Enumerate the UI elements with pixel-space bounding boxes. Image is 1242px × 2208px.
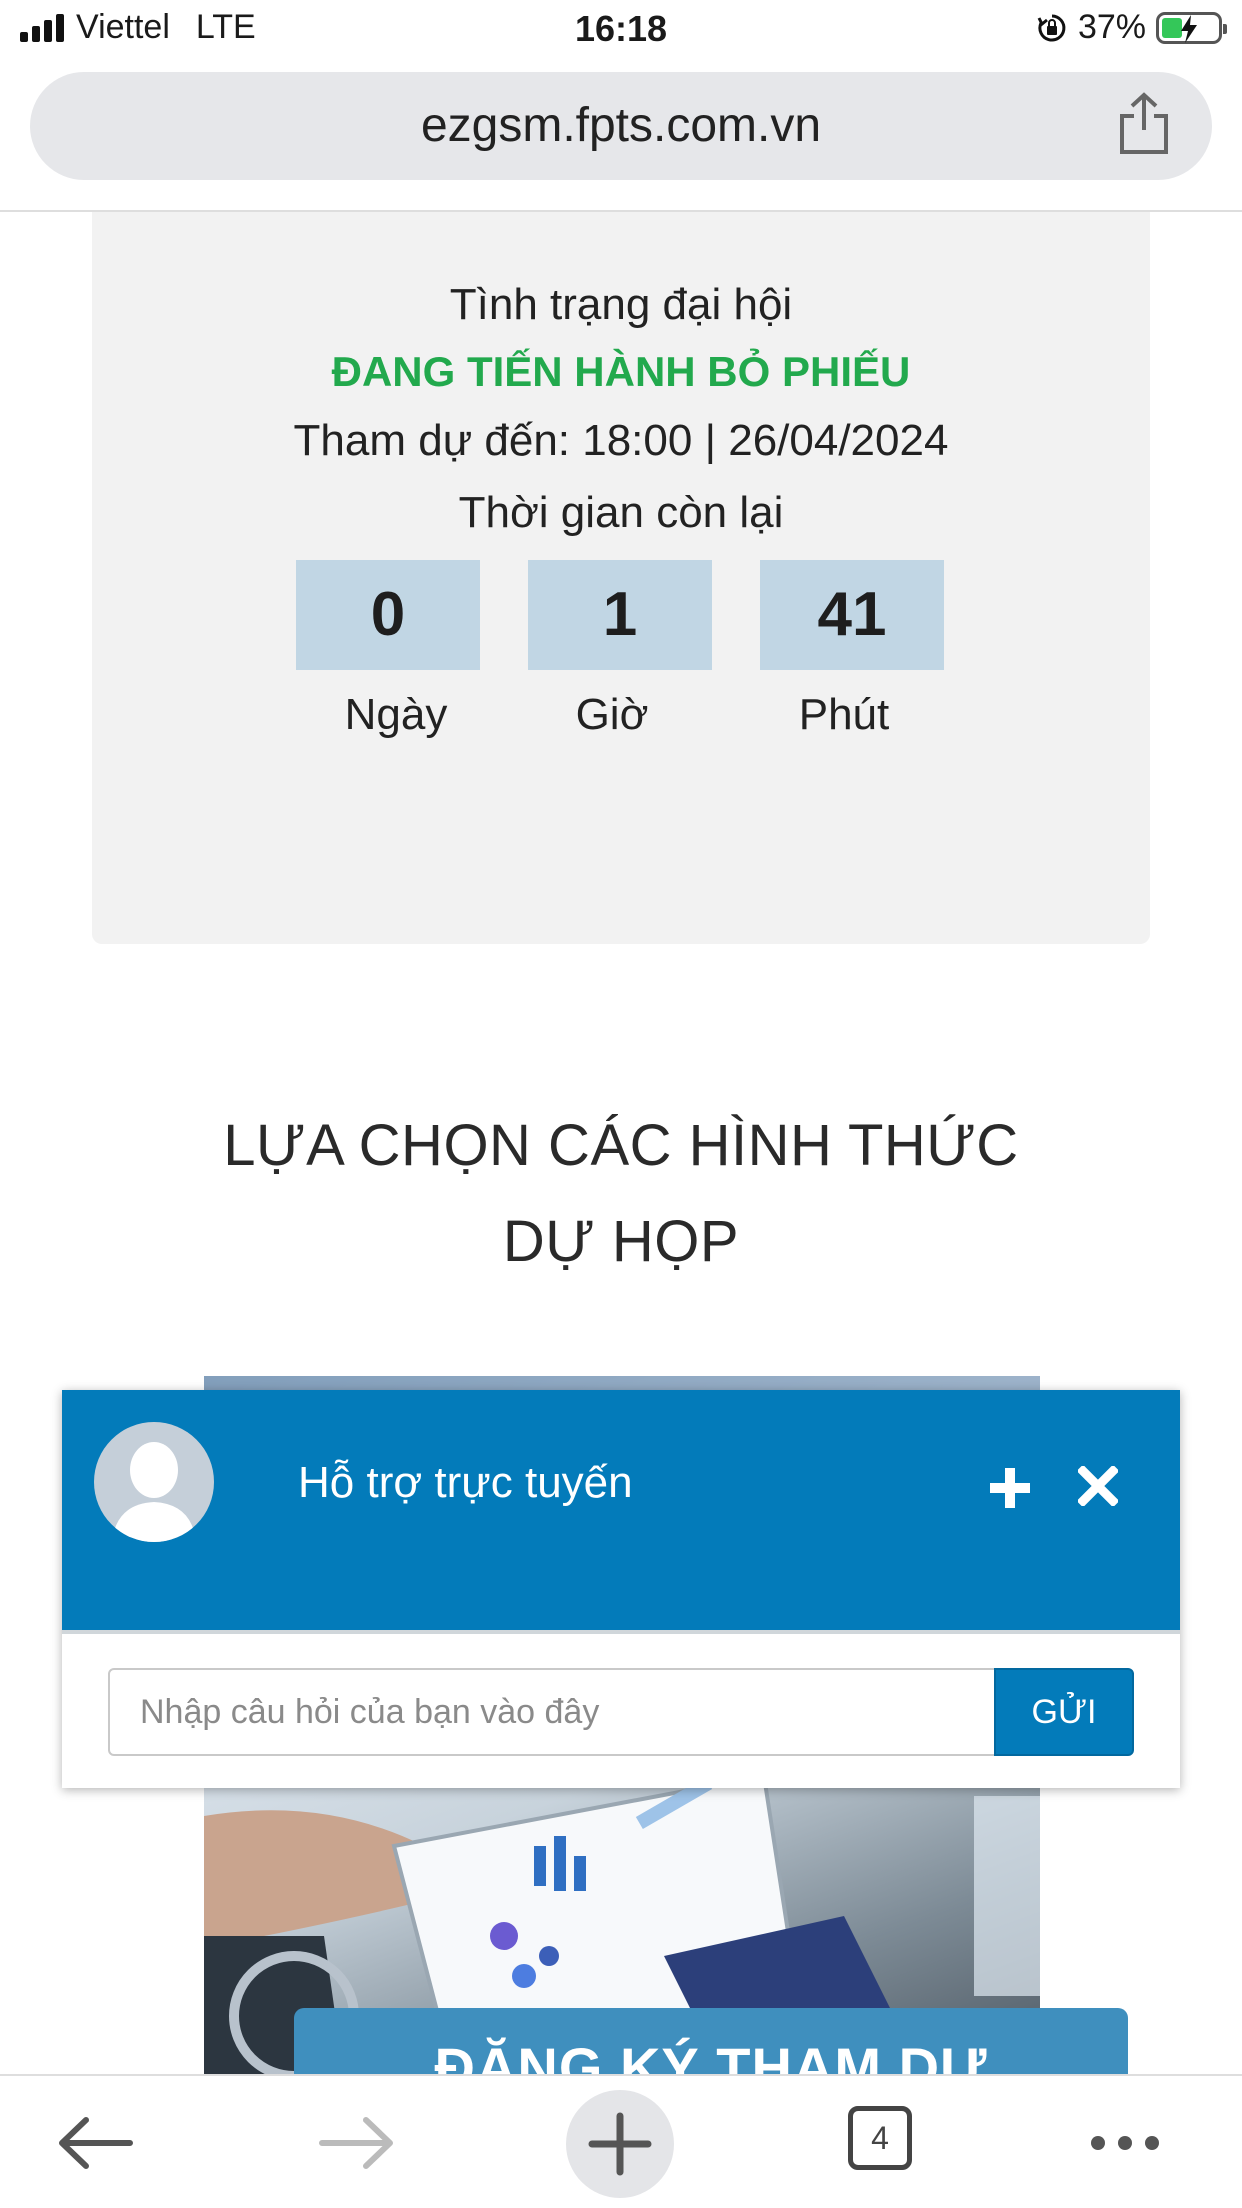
close-icon[interactable] (1078, 1466, 1118, 1506)
countdown-minutes-label: Phút (798, 690, 890, 739)
user-silhouette-icon (112, 1442, 196, 1542)
send-button[interactable]: GỬI (994, 1668, 1134, 1756)
browser-toolbar: 4 (0, 2074, 1242, 2208)
section-title-line2: DỰ HỌP (502, 1209, 740, 1274)
more-icon[interactable] (1080, 2098, 1170, 2188)
status-title: Tình trạng đại hội (449, 280, 793, 329)
section-title-line1: LỰA CHỌN CÁC HÌNH THỨC (223, 1113, 1019, 1178)
tabs-icon[interactable]: 4 (848, 2106, 912, 2170)
rotation-lock-icon (1037, 14, 1066, 41)
new-tab-button[interactable] (566, 2090, 674, 2198)
section-title: LỰA CHỌN CÁC HÌNH THỨC DỰ HỌP (120, 1098, 1122, 1290)
question-input[interactable] (108, 1668, 996, 1756)
share-icon[interactable] (1116, 92, 1172, 156)
status-state: ĐANG TIẾN HÀNH BỎ PHIẾU (331, 348, 911, 395)
new-tab-icon (588, 2112, 652, 2176)
status-bar: Viettel LTE 16:18 37% (0, 0, 1242, 64)
status-right: 37% (1036, 8, 1227, 47)
countdown-days-label: Ngày (344, 690, 448, 739)
avatar (94, 1422, 214, 1542)
countdown-hours-value: 1 (528, 560, 712, 670)
countdown-hours-label: Giờ (575, 690, 649, 739)
battery-percent: 37% (1077, 8, 1146, 46)
chat-title: Hỗ trợ trực tuyến (298, 1458, 633, 1507)
countdown-minutes-value: 41 (760, 560, 944, 670)
forward-icon[interactable] (312, 2098, 402, 2188)
url-text[interactable]: ezgsm.fpts.com.vn (30, 98, 1212, 153)
remaining-label: Thời gian còn lại (458, 488, 784, 537)
back-icon[interactable] (50, 2098, 140, 2188)
countdown-days-value: 0 (296, 560, 480, 670)
expand-plus-icon[interactable] (988, 1466, 1032, 1510)
support-chat-widget: Hỗ trợ trực tuyến GỬI (62, 1390, 1180, 1788)
meeting-status-card: Tình trạng đại hội ĐANG TIẾN HÀNH BỎ PHI… (92, 212, 1150, 944)
address-bar[interactable]: ezgsm.fpts.com.vn (30, 72, 1212, 180)
chat-header[interactable]: Hỗ trợ trực tuyến (62, 1390, 1180, 1634)
deadline-text: Tham dự đến: 18:00 | 26/04/2024 (293, 416, 949, 465)
battery-icon (1156, 11, 1227, 44)
